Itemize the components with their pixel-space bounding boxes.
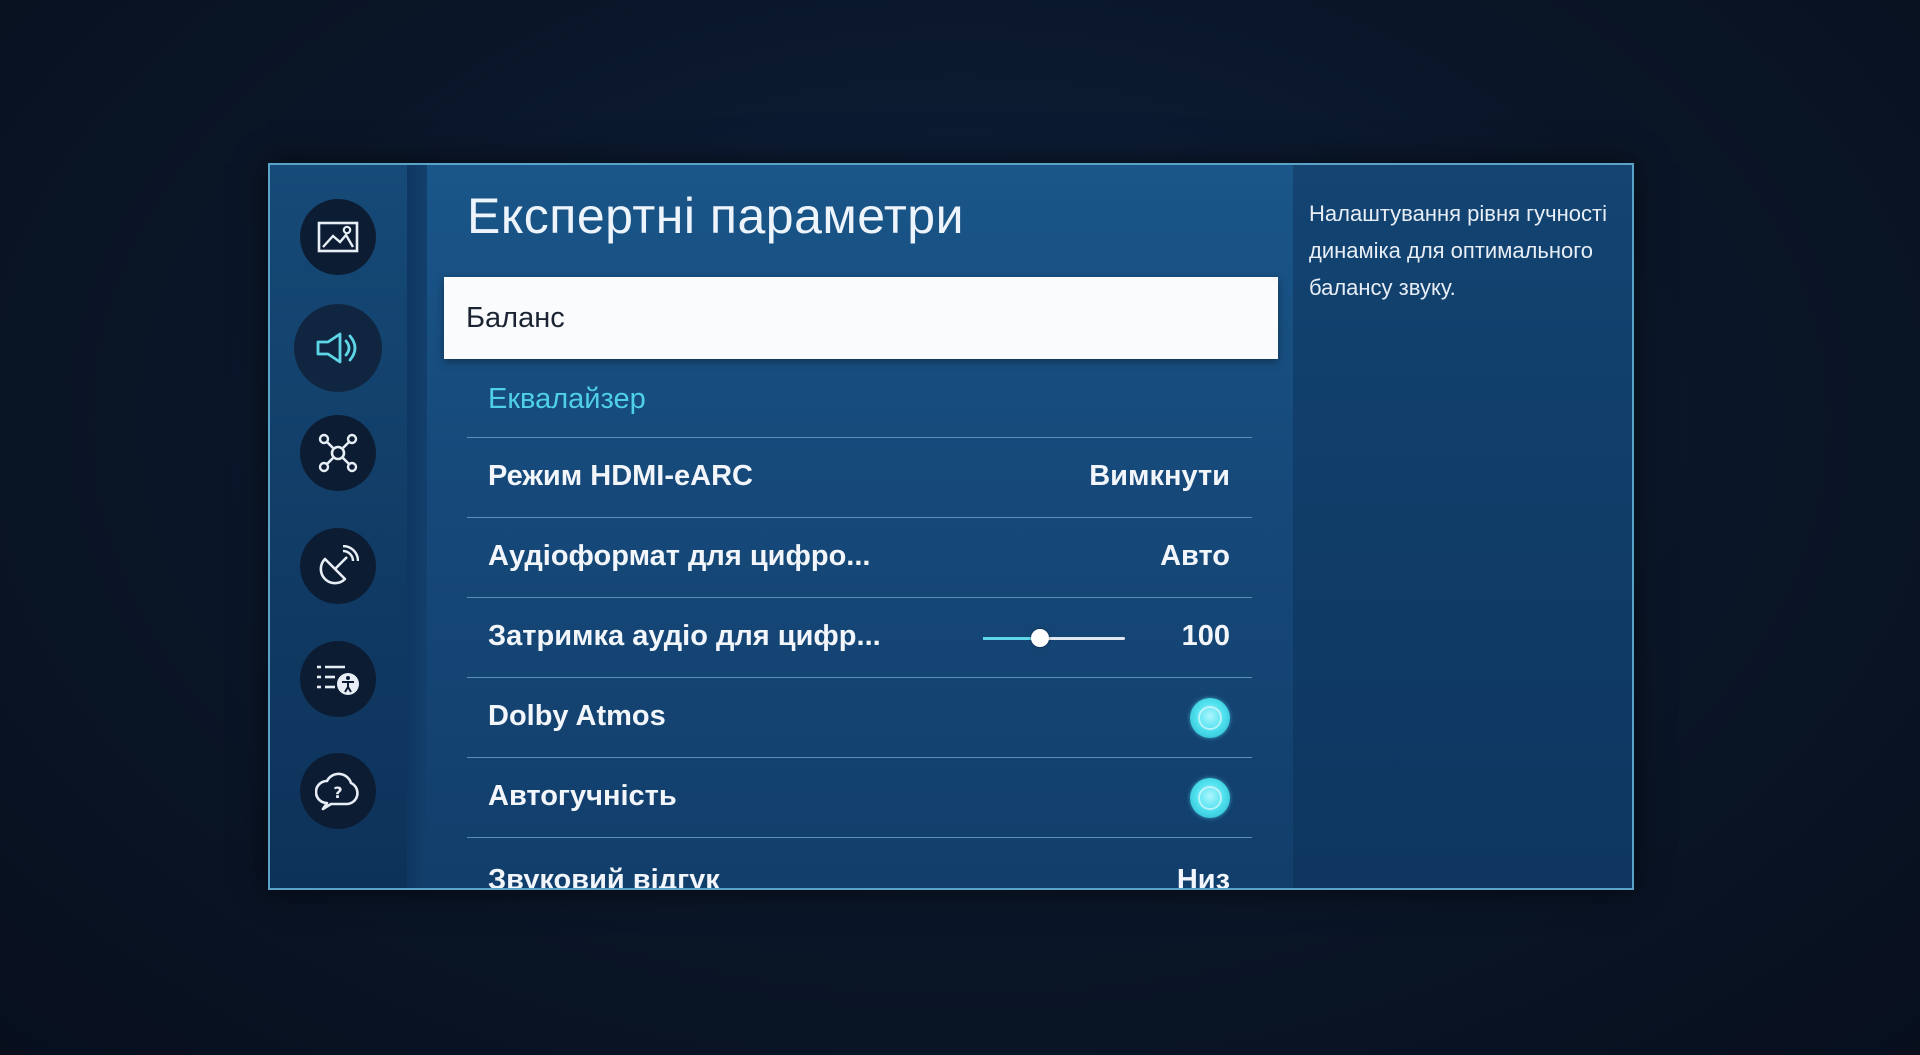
nav-accessibility[interactable] bbox=[300, 641, 376, 717]
help-description-text: Налаштування рівня гучності динаміка для… bbox=[1309, 201, 1607, 300]
tv-screen-background: ? Експертні параметри Баланс Еквалайзер … bbox=[0, 0, 1920, 1055]
connection-icon bbox=[317, 432, 359, 474]
svg-text:?: ? bbox=[333, 783, 342, 802]
menu-item-balance[interactable]: Баланс bbox=[444, 277, 1278, 359]
settings-sidebar: ? bbox=[270, 165, 407, 888]
menu-item-label: Баланс bbox=[466, 301, 565, 334]
nav-connection[interactable] bbox=[300, 415, 376, 491]
menu-item-auto-volume[interactable]: Автогучність bbox=[467, 757, 1252, 837]
settings-panel: ? Експертні параметри Баланс Еквалайзер … bbox=[268, 163, 1634, 890]
toggle-on-indicator[interactable] bbox=[1190, 698, 1230, 738]
menu-item-label: Аудіоформат для цифро... bbox=[488, 540, 871, 572]
menu-item-hdmi-earc[interactable]: Режим HDMI-eARC Вимкнути bbox=[467, 437, 1252, 517]
settings-list: Режим HDMI-eARC Вимкнути Аудіоформат для… bbox=[467, 437, 1252, 890]
main-settings-area: Експертні параметри Баланс Еквалайзер Ре… bbox=[427, 165, 1293, 888]
support-icon: ? bbox=[315, 771, 361, 811]
sound-icon bbox=[314, 328, 362, 368]
menu-item-label: Затримка аудіо для цифр... bbox=[488, 620, 881, 652]
nav-broadcast[interactable] bbox=[300, 528, 376, 604]
sidebar-divider bbox=[407, 165, 427, 888]
help-description-panel: Налаштування рівня гучності динаміка для… bbox=[1293, 165, 1632, 888]
nav-sound[interactable] bbox=[294, 304, 382, 392]
menu-item-dolby-atmos[interactable]: Dolby Atmos bbox=[467, 677, 1252, 757]
nav-support[interactable]: ? bbox=[300, 753, 376, 829]
menu-item-digital-audio-format[interactable]: Аудіоформат для цифро... Авто bbox=[467, 517, 1252, 597]
menu-item-label: Звуковий відгук bbox=[488, 864, 720, 890]
menu-item-value: Вимкнути bbox=[1089, 460, 1230, 492]
menu-item-value: Низ bbox=[1176, 864, 1230, 890]
toggle-on-indicator[interactable] bbox=[1190, 778, 1230, 818]
menu-item-label: Автогучність bbox=[488, 780, 677, 812]
menu-item-label: Режим HDMI-eARC bbox=[488, 460, 753, 492]
audio-delay-slider[interactable] bbox=[983, 637, 1125, 640]
broadcast-icon bbox=[317, 545, 359, 587]
menu-item-value: Авто bbox=[1160, 540, 1230, 572]
picture-icon bbox=[317, 220, 359, 254]
menu-item-value: 100 bbox=[1181, 620, 1230, 652]
accessibility-icon bbox=[315, 659, 361, 699]
page-title: Експертні параметри bbox=[467, 188, 965, 244]
menu-item-sound-feedback[interactable]: Звуковий відгук Низ bbox=[467, 837, 1252, 890]
menu-item-label: Dolby Atmos bbox=[488, 700, 666, 732]
menu-item-audio-delay[interactable]: Затримка аудіо для цифр... 100 bbox=[467, 597, 1252, 677]
nav-picture[interactable] bbox=[300, 199, 376, 275]
menu-item-equalizer[interactable]: Еквалайзер bbox=[488, 383, 646, 416]
slider-handle[interactable] bbox=[1030, 629, 1049, 647]
